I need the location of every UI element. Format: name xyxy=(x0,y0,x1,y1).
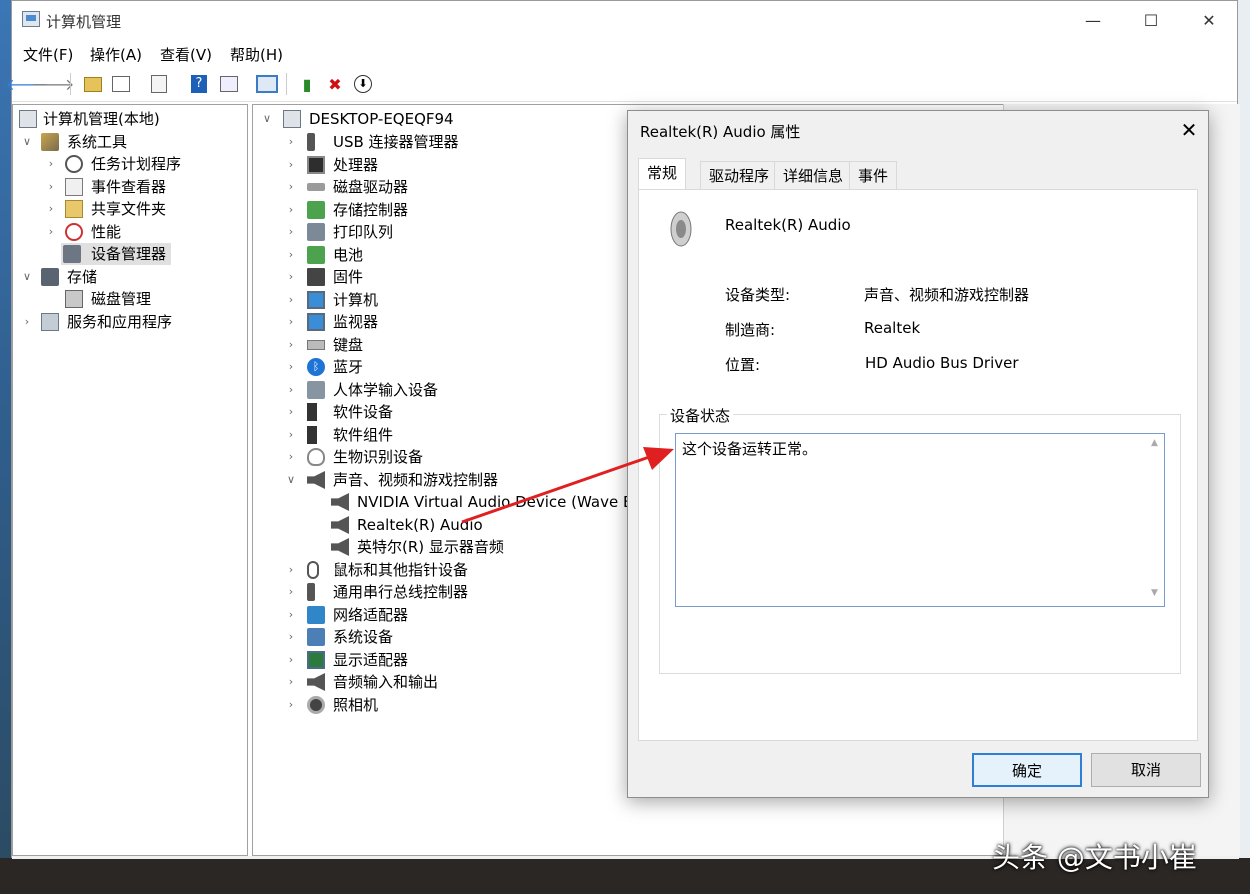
watermark-text: 头条 @文书小崔 xyxy=(992,836,1197,876)
annotation-arrow xyxy=(0,0,1250,894)
